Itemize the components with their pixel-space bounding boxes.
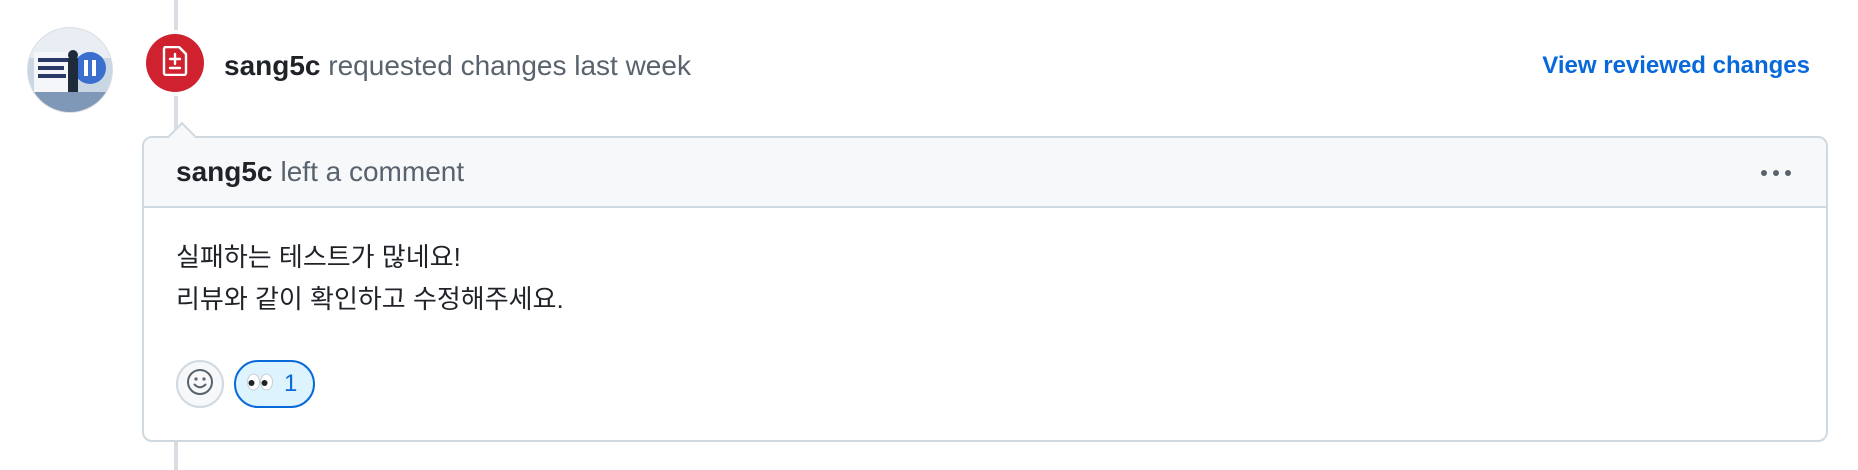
comment-body: 실패하는 테스트가 많네요! 리뷰와 같이 확인하고 수정해주세요. (144, 208, 1826, 320)
review-event-header: sang5c requested changes last week (224, 46, 691, 86)
add-reaction-button[interactable] (176, 360, 224, 408)
avatar[interactable] (28, 28, 112, 112)
reaction-count: 1 (284, 370, 298, 397)
comment-author-link[interactable]: sang5c (176, 156, 273, 188)
review-author-link[interactable]: sang5c (224, 50, 321, 81)
eyes-emoji-icon (246, 372, 274, 397)
file-diff-icon (162, 45, 188, 81)
view-reviewed-changes-link[interactable]: View reviewed changes (1542, 48, 1810, 84)
comment-action-text: left a comment (280, 156, 465, 187)
comment-body-line: 실패하는 테스트가 많네요! (176, 242, 461, 272)
comment-header: sang5c left a comment (144, 138, 1826, 208)
request-changes-badge (146, 34, 204, 92)
review-comment: sang5c left a comment 실패하는 테스트가 많네요! 리뷰와… (142, 121, 1828, 442)
reactions-bar: 1 (176, 360, 316, 408)
review-action-text: requested changes last week (320, 50, 691, 81)
eyes-reaction-button[interactable]: 1 (234, 360, 316, 408)
comment-body-line: 리뷰와 같이 확인하고 수정해주세요. (176, 284, 564, 314)
kebab-horizontal-icon[interactable] (1756, 158, 1796, 188)
smiley-icon (186, 368, 214, 401)
